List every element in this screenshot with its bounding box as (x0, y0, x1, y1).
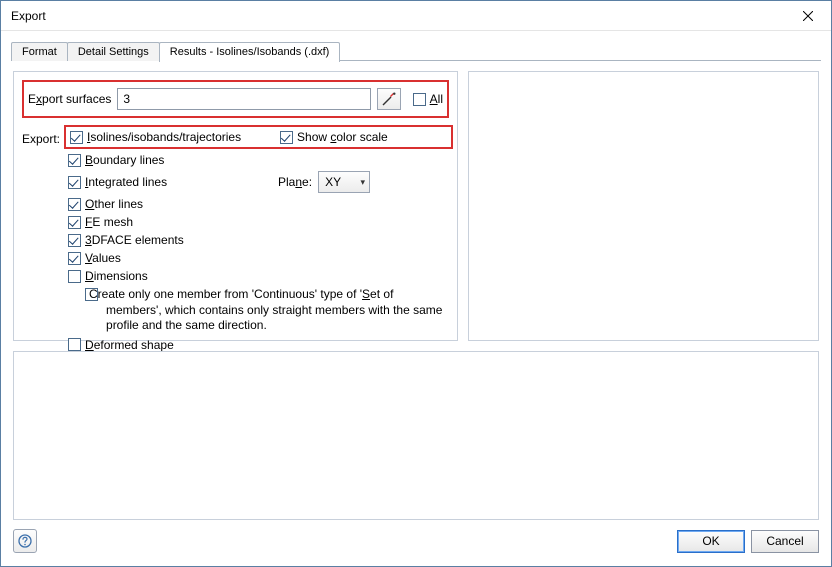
checkbox-icon (68, 270, 81, 283)
plane-row: Plane: XY ▾ (278, 171, 449, 193)
dimensions-label: Dimensions (85, 269, 148, 283)
picker-button[interactable] (377, 88, 401, 110)
close-button[interactable] (785, 2, 831, 30)
checkbox-icon (68, 198, 81, 211)
isolines-label: Isolines/isobands/trajectories (87, 130, 241, 144)
plane-label: Plane: (278, 175, 312, 189)
upper-panels: Export surfaces All (13, 71, 819, 341)
checkbox-icon (68, 338, 81, 351)
plane-value: XY (325, 175, 341, 189)
tab-results[interactable]: Results - Isolines/Isobands (.dxf) (159, 42, 341, 62)
titlebar: Export (1, 1, 831, 31)
checkbox-icon (70, 131, 83, 144)
footer: OK Cancel (1, 526, 831, 566)
continuous-member-label: Create only one member from 'Continuous'… (106, 287, 449, 334)
highlighted-options: Isolines/isobands/trajectories Show colo… (64, 125, 453, 149)
help-icon (18, 534, 32, 548)
export-surfaces-input[interactable] (117, 88, 370, 110)
deformed-shape-checkbox[interactable]: Deformed shape (68, 338, 449, 352)
show-color-scale-checkbox[interactable]: Show color scale (280, 130, 447, 144)
integrated-lines-label: Integrated lines (85, 175, 167, 189)
fe-mesh-label: FE mesh (85, 215, 133, 229)
show-color-scale-label: Show color scale (297, 130, 388, 144)
isolines-checkbox[interactable]: Isolines/isobands/trajectories (70, 130, 280, 144)
picker-icon (382, 92, 396, 106)
other-lines-checkbox[interactable]: Other lines (68, 197, 278, 211)
tab-detail-settings[interactable]: Detail Settings (67, 42, 160, 61)
close-icon (803, 11, 813, 21)
export-dialog: Export Format Detail Settings Results - … (0, 0, 832, 567)
all-checkbox[interactable]: All (413, 92, 443, 106)
export-options-grid: Isolines/isobands/trajectories Show colo… (68, 128, 449, 352)
ok-button[interactable]: OK (677, 530, 745, 553)
plane-select[interactable]: XY ▾ (318, 171, 370, 193)
checkbox-icon (68, 176, 81, 189)
lower-panel (13, 351, 819, 520)
all-label: All (430, 92, 443, 106)
export-options-row: Export: Isolines/isobands/trajectories S… (22, 128, 449, 352)
help-button[interactable] (13, 529, 37, 553)
options-panel: Export surfaces All (13, 71, 458, 341)
continuous-member-checkbox[interactable]: Create only one member from 'Continuous'… (68, 287, 449, 334)
export-surfaces-label: Export surfaces (28, 92, 111, 106)
other-lines-label: Other lines (85, 197, 143, 211)
checkbox-icon (68, 234, 81, 247)
chevron-down-icon: ▾ (361, 177, 366, 188)
deformed-shape-label: Deformed shape (85, 338, 174, 352)
checkbox-icon (413, 93, 426, 106)
fe-mesh-checkbox[interactable]: FE mesh (68, 215, 278, 229)
boundary-lines-checkbox[interactable]: Boundary lines (68, 153, 278, 167)
checkbox-icon (68, 154, 81, 167)
checkbox-icon (68, 252, 81, 265)
integrated-lines-checkbox[interactable]: Integrated lines (68, 175, 278, 189)
preview-panel (468, 71, 819, 341)
checkbox-icon (280, 131, 293, 144)
checkbox-icon (68, 216, 81, 229)
dimensions-checkbox[interactable]: Dimensions (68, 269, 278, 283)
export-label: Export: (22, 128, 60, 146)
content-area: Export surfaces All (1, 61, 831, 526)
3dface-checkbox[interactable]: 3DFACE elements (68, 233, 278, 247)
cancel-button[interactable]: Cancel (751, 530, 819, 553)
values-checkbox[interactable]: Values (68, 251, 278, 265)
window-title: Export (11, 9, 785, 23)
3dface-label: 3DFACE elements (85, 233, 184, 247)
tab-format[interactable]: Format (11, 42, 68, 61)
tabstrip: Format Detail Settings Results - Isoline… (11, 39, 821, 61)
values-label: Values (85, 251, 121, 265)
boundary-lines-label: Boundary lines (85, 153, 164, 167)
export-surfaces-row: Export surfaces All (22, 80, 449, 118)
